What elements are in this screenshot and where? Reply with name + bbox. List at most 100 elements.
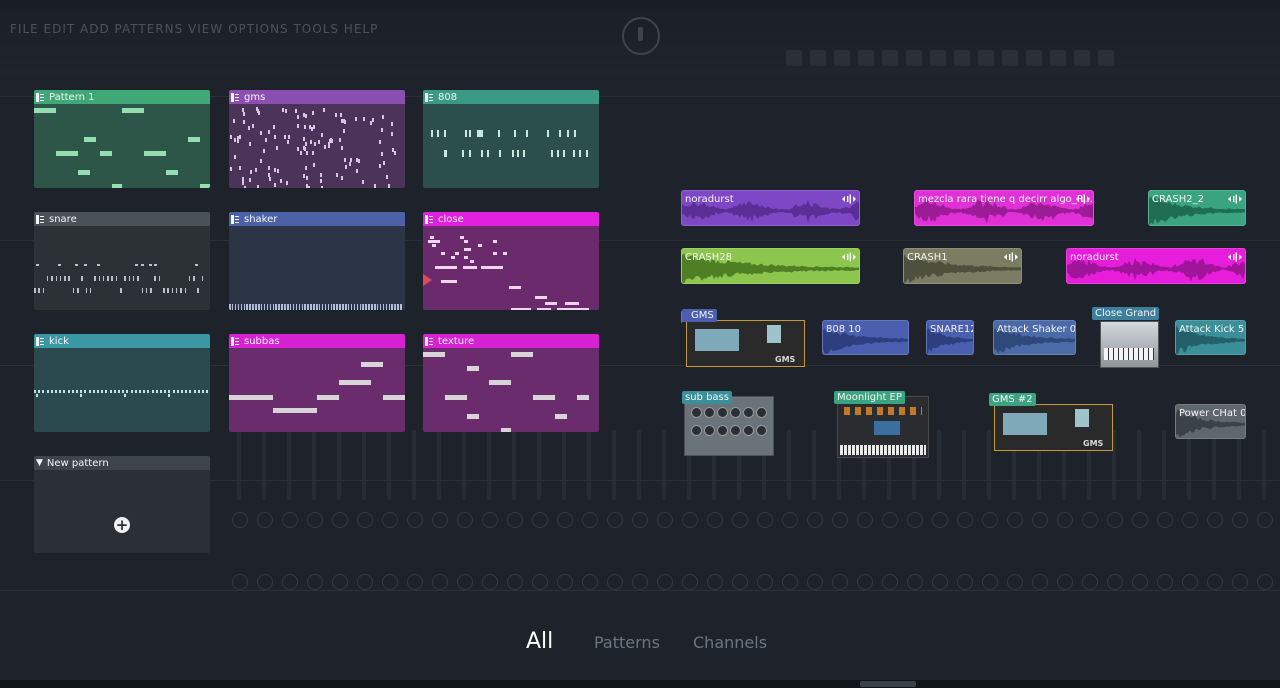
pattern-tile-shaker[interactable]: shaker <box>229 212 405 310</box>
background-toolbar-icon <box>834 50 850 66</box>
audio-clip-snare12[interactable]: SNARE12 <box>926 320 974 355</box>
note-block <box>34 288 36 293</box>
audio-clip-crash2-2[interactable]: CRASH2_2 <box>1148 190 1246 226</box>
note-block <box>383 395 405 400</box>
piano-thumbnail <box>1100 321 1159 368</box>
note-block <box>336 173 338 177</box>
note-block <box>239 166 241 170</box>
background-fader <box>537 430 541 500</box>
audio-clip-noradurst[interactable]: noradurst <box>681 190 860 226</box>
note-block <box>394 304 396 310</box>
note-block <box>345 304 347 310</box>
note-block <box>163 288 165 293</box>
background-fader <box>512 430 516 500</box>
note-block <box>388 184 390 188</box>
gms-screen <box>695 329 739 351</box>
pattern-tile-pattern-1[interactable]: Pattern 1 <box>34 90 210 188</box>
background-knob <box>607 512 623 528</box>
note-block <box>180 288 182 293</box>
channel-moonlight-ep[interactable]: Moonlight EP <box>833 390 929 458</box>
pattern-icon <box>36 336 45 346</box>
note-block <box>305 114 307 118</box>
note-block <box>441 280 457 283</box>
note-block <box>257 185 259 188</box>
note-block <box>362 180 364 184</box>
background-knob <box>1082 512 1098 528</box>
note-block <box>358 159 360 163</box>
pattern-tile-808[interactable]: 808 <box>423 90 599 188</box>
audio-clip-noradurst-2[interactable]: noradurst <box>1066 248 1246 284</box>
channel-gms-2[interactable]: GMS GMS #2 <box>988 392 1114 454</box>
note-block <box>172 390 175 393</box>
note-block <box>273 408 317 413</box>
note-block <box>58 264 61 266</box>
channel-sub-bass[interactable]: sub bass <box>680 390 774 456</box>
note-block <box>372 118 374 122</box>
background-knob <box>332 574 348 590</box>
synth-knob <box>743 407 754 418</box>
note-block <box>330 138 332 142</box>
note-block <box>455 252 459 255</box>
audio-clip-808-10[interactable]: 808 10 <box>822 320 909 355</box>
tab-patterns[interactable]: Patterns <box>594 633 660 652</box>
add-pattern-button[interactable]: + <box>114 517 130 533</box>
background-toolbar-icon <box>930 50 946 66</box>
pattern-tile-kick[interactable]: kick <box>34 334 210 432</box>
tab-channels[interactable]: Channels <box>693 633 767 652</box>
background-knob <box>1057 512 1073 528</box>
pattern-name: texture <box>438 335 475 347</box>
note-block <box>141 264 144 266</box>
background-knob <box>832 512 848 528</box>
note-block <box>147 390 150 393</box>
pattern-tile-gms[interactable]: gms <box>229 90 405 188</box>
audio-clip-mezcla[interactable]: mezcla rara tiene q decirr algo_R... <box>914 190 1094 226</box>
background-toolbar-icon <box>1002 50 1018 66</box>
background-knob <box>1032 574 1048 590</box>
channel-label: GMS <box>682 309 717 322</box>
pattern-tile-subbas[interactable]: subbas <box>229 334 405 432</box>
pattern-name: 808 <box>438 91 458 103</box>
gms-thumbnail: GMS <box>686 320 805 367</box>
bottom-scrollbar[interactable] <box>0 680 1280 688</box>
note-block <box>356 304 359 310</box>
background-knob <box>432 574 448 590</box>
note-block <box>445 150 447 157</box>
clip-name: Power CHat 06 <box>1179 408 1246 419</box>
pattern-header: shaker <box>229 212 405 226</box>
background-knob <box>1082 574 1098 590</box>
audio-clip-crash28[interactable]: CRASH28 <box>681 248 860 284</box>
background-knob <box>532 574 548 590</box>
note-block <box>288 135 290 139</box>
note-block <box>273 125 275 129</box>
drag-audio-icon <box>1076 194 1090 204</box>
pattern-tile-close[interactable]: close <box>423 212 599 310</box>
background-knob <box>557 512 573 528</box>
channel-close-grand[interactable]: Close Grand <box>1092 307 1160 368</box>
note-block <box>371 304 373 310</box>
note-block <box>68 276 70 281</box>
note-block <box>78 170 90 175</box>
pattern-header: Pattern 1 <box>34 90 210 104</box>
audio-clip-power-chat-06[interactable]: Power CHat 06 <box>1175 404 1246 439</box>
audio-clip-attack-kick-57[interactable]: Attack Kick 57 <box>1175 320 1246 355</box>
note-block <box>523 150 525 157</box>
note-block <box>559 130 561 137</box>
pattern-name: shaker <box>244 213 278 225</box>
note-block <box>168 390 171 393</box>
scrollbar-thumb[interactable] <box>860 681 916 687</box>
pattern-tile-snare[interactable]: snare <box>34 212 210 310</box>
note-block <box>379 164 381 168</box>
gms-screen <box>1003 413 1047 435</box>
note-block <box>297 115 299 119</box>
note-block <box>242 181 244 185</box>
channel-gms[interactable]: GMS GMS <box>680 308 806 368</box>
audio-clip-attack-shaker-09[interactable]: Attack Shaker 09 <box>993 320 1076 355</box>
note-block <box>306 151 308 155</box>
note-block <box>341 146 343 150</box>
audio-clip-crash1[interactable]: CRASH1 <box>903 248 1022 284</box>
pattern-tile-texture[interactable]: texture <box>423 334 599 432</box>
tab-all[interactable]: All <box>526 629 553 654</box>
note-block <box>313 163 315 167</box>
new-pattern-tile[interactable]: ▼ New pattern + <box>34 456 210 553</box>
note-block <box>151 390 154 393</box>
